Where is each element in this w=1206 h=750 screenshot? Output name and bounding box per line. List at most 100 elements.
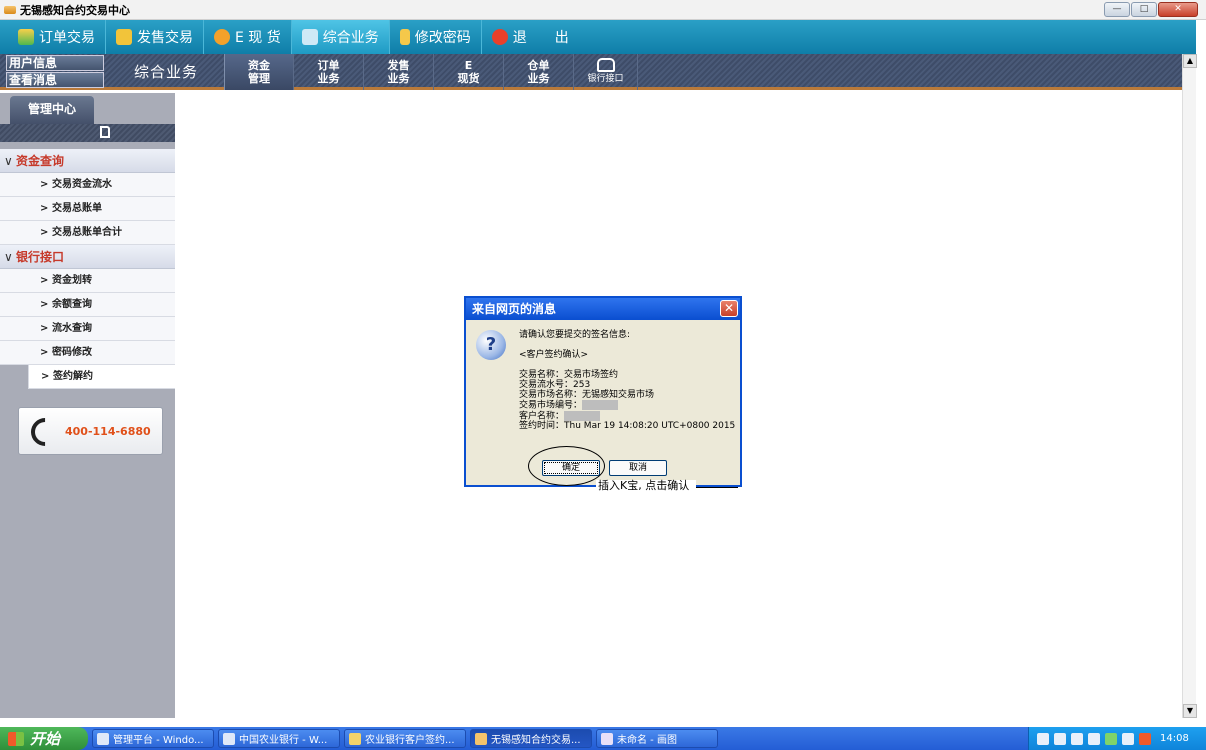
tab-bank-interface[interactable]: 银行接口 (574, 54, 638, 90)
window-controls: — □ ✕ (1104, 2, 1198, 17)
topnav-label: 退 出 (512, 30, 569, 46)
sidebar-item-label: 密码修改 (52, 347, 92, 358)
menu-section-fund-query[interactable]: ∨ 资金查询 (0, 149, 175, 173)
sidebar-item-sign-cancel[interactable]: > 签约解约 (28, 365, 175, 389)
topnav-comprehensive[interactable]: 综合业务 (291, 20, 390, 54)
tab-fund-management[interactable]: 资金 管理 (224, 54, 294, 90)
task-label: 农业银行客户签约... (365, 735, 455, 746)
sidebar-item-password-change[interactable]: > 密码修改 (0, 341, 175, 365)
confirm-dialog: 来自网页的消息 ✕ ? 请确认您要提交的签名信息: <客户签约确认> 交易名称：… (464, 296, 742, 487)
security-icon[interactable] (1105, 732, 1117, 745)
taskbar: 开始 管理平台 - Windo... 中国农业银行 - W... 农业银行客户签… (0, 727, 1206, 750)
tab-warehouse-business[interactable]: 仓单 业务 (504, 54, 574, 90)
clock: 14:08 (1160, 733, 1189, 744)
minimize-button[interactable]: — (1104, 2, 1130, 17)
chevron-right-icon: > (40, 275, 49, 286)
view-messages-button[interactable]: 查看消息 (6, 72, 104, 88)
sidebar-item-balance-query[interactable]: > 余额查询 (0, 293, 175, 317)
subnav-tabs: 资金 管理 订单 业务 发售 业务 E 现货 仓单 业务 银行接口 (224, 54, 638, 90)
ie-icon (223, 732, 235, 745)
topnav-issue-trading[interactable]: 发售交易 (106, 20, 204, 54)
field-label: 交易市场名称 (519, 390, 574, 400)
topnav-exit[interactable]: 退 出 (482, 20, 579, 54)
topnav-order-trading[interactable]: 订单交易 (8, 20, 106, 54)
topnav-label: 发售交易 (137, 30, 193, 46)
menu-section-label: 银行接口 (16, 250, 65, 264)
power-icon (491, 29, 508, 45)
sidebar-item-label: 签约解约 (53, 371, 93, 382)
topnav-label: 综合业务 (322, 30, 379, 46)
sidebar-header-strip (0, 124, 175, 142)
start-button[interactable]: 开始 (0, 727, 88, 750)
cancel-button[interactable]: 取消 (609, 460, 667, 476)
sidebar-item-label: 余额查询 (52, 299, 92, 310)
chart-icon (18, 29, 34, 45)
window-title: 无锡感知合约交易中心 (20, 3, 130, 17)
document-icon[interactable] (100, 126, 110, 138)
help-icon[interactable] (1054, 732, 1066, 745)
dialog-prompt: 请确认您要提交的签名信息: (519, 330, 631, 340)
top-navigation: 订单交易 发售交易 E 现 货 综合业务 修改密码 退 出 (0, 20, 1196, 54)
taskbar-item-abc-signing[interactable]: 农业银行客户签约... (344, 729, 466, 748)
question-icon: ? (476, 330, 506, 360)
field-value: 交易市场签约 (564, 370, 619, 380)
topnav-e-spot[interactable]: E 现 货 (204, 20, 292, 54)
chevron-down-icon: ∨ (4, 250, 13, 264)
annotation-line (692, 487, 738, 488)
dialog-close-button[interactable]: ✕ (720, 300, 738, 317)
chevron-right-icon: > (40, 323, 49, 334)
taskbar-item-abc-bank[interactable]: 中国农业银行 - W... (218, 729, 340, 748)
redacted-value (582, 400, 619, 410)
sidebar-item-total-bill-sum[interactable]: > 交易总账单合计 (0, 221, 175, 245)
system-tray: 14:08 (1028, 727, 1206, 750)
keyboard-icon[interactable] (1037, 732, 1049, 745)
maximize-button[interactable]: □ (1131, 2, 1157, 17)
topnav-label: E 现 货 (235, 30, 281, 46)
tab-issue-business[interactable]: 发售 业务 (364, 54, 434, 90)
field-value: 无锡感知交易市场 (582, 390, 655, 400)
user-icon[interactable] (1122, 732, 1134, 745)
windows-flag-icon (8, 731, 24, 746)
sidebar-item-fund-flow[interactable]: > 交易资金流水 (0, 173, 175, 197)
volume-icon[interactable] (1088, 732, 1100, 745)
topnav-change-password[interactable]: 修改密码 (390, 20, 482, 54)
close-button[interactable]: ✕ (1158, 2, 1198, 17)
sidebar-item-flow-query[interactable]: > 流水查询 (0, 317, 175, 341)
monitor-icon (301, 29, 318, 45)
paint-icon (601, 732, 613, 745)
shield-icon[interactable] (1139, 732, 1151, 745)
sidebar-item-total-bill[interactable]: > 交易总账单 (0, 197, 175, 221)
dialog-title: 来自网页的消息 (472, 302, 557, 316)
scroll-down-arrow-icon[interactable]: ▼ (1183, 704, 1197, 718)
sidebar: 管理中心 ∨ 资金查询 > 交易资金流水 > 交易总账单 > 交易总账单合计 ∨… (0, 93, 175, 718)
network-icon[interactable] (1071, 732, 1083, 745)
phone-number: 400-114-6880 (65, 425, 151, 438)
user-info-button[interactable]: 用户信息 (6, 55, 104, 71)
tab-label-line2: 银行接口 (587, 74, 624, 84)
field-customer-name: 客户名称： (519, 410, 739, 421)
scroll-up-arrow-icon[interactable]: ▲ (1183, 54, 1197, 68)
field-label: 客户名称 (519, 411, 556, 421)
task-label: 未命名 - 画图 (617, 735, 677, 746)
tab-label-line2: 业务 (527, 72, 550, 85)
topnav-label: 订单交易 (39, 30, 95, 46)
app-icon (4, 5, 16, 14)
sidebar-item-fund-transfer[interactable]: > 资金划转 (0, 269, 175, 293)
taskbar-item-management-platform[interactable]: 管理平台 - Windo... (92, 729, 214, 748)
dialog-body: 请确认您要提交的签名信息: <客户签约确认> 交易名称：交易市场签约 交易流水号… (519, 330, 739, 431)
tab-e-spot[interactable]: E 现货 (434, 54, 504, 90)
menu-section-bank-interface[interactable]: ∨ 银行接口 (0, 245, 175, 269)
folder-icon (349, 732, 361, 745)
chevron-right-icon: > (40, 227, 49, 238)
tab-label-line2: 现货 (457, 72, 480, 85)
sidebar-tab-management[interactable]: 管理中心 (10, 96, 94, 124)
taskbar-item-paint[interactable]: 未命名 - 画图 (596, 729, 718, 748)
tab-order-business[interactable]: 订单 业务 (294, 54, 364, 90)
tab-label-line1: 资金 (248, 59, 270, 72)
vertical-scrollbar[interactable]: ▲ ▼ (1182, 54, 1197, 718)
app-icon (475, 732, 487, 745)
field-value: 253 (573, 380, 591, 390)
section-title: 综合业务 (134, 63, 199, 81)
user-buttons: 用户信息 查看消息 (6, 55, 104, 89)
taskbar-item-wuxi-trading[interactable]: 无锡感知合约交易... (470, 729, 592, 748)
